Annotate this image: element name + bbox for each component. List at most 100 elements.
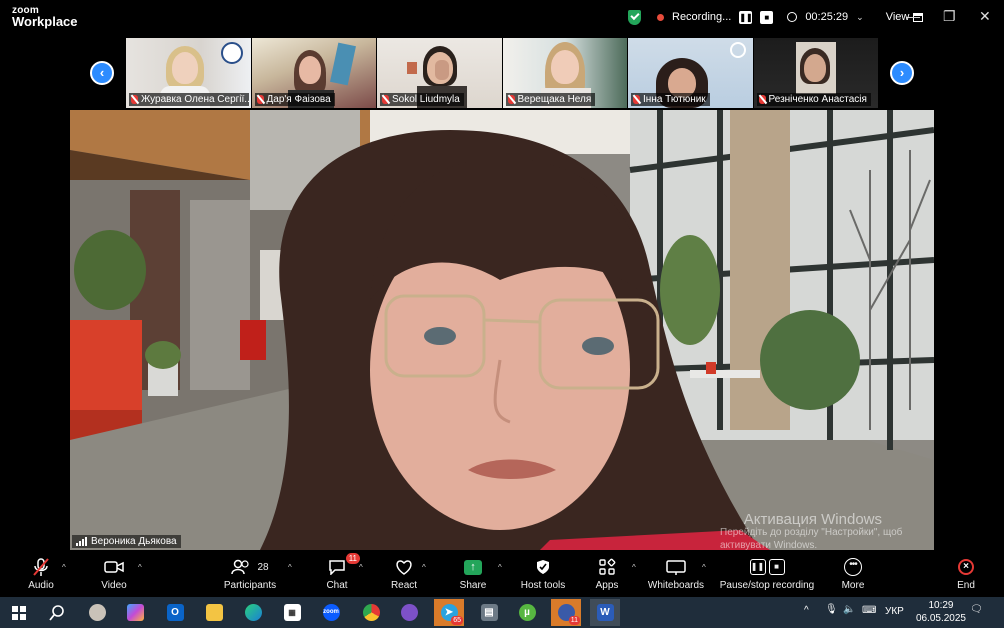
participant-tile[interactable]: Інна Тютюник — [628, 38, 753, 108]
taskbar-paint-app[interactable] — [82, 599, 112, 626]
participant-tile[interactable]: Резніченко Анастасія — [753, 38, 878, 108]
search-button[interactable] — [42, 599, 72, 626]
close-icon[interactable]: ✕ — [979, 8, 991, 25]
taskbar-word-app[interactable]: W — [590, 599, 620, 626]
taskbar-chrome-app[interactable] — [356, 599, 386, 626]
speaker-name: Вероника Дьякова — [91, 536, 177, 547]
meeting-timer: 00:25:29 — [805, 11, 849, 23]
mic-muted-icon — [131, 95, 138, 104]
timer-chevron-down-icon[interactable]: ⌄ — [856, 12, 864, 23]
telegram-unread-badge: 65 — [451, 616, 463, 625]
notifications-icon[interactable]: 🗨 — [970, 604, 983, 615]
taskbar-ball-app[interactable]: 11 — [551, 599, 581, 626]
calculator-icon: ▤ — [480, 604, 498, 621]
active-speaker-video[interactable]: Вероника Дьякова Активация Windows Перей… — [70, 110, 934, 550]
host-shield-icon — [537, 560, 549, 574]
video-button[interactable]: Video — [98, 557, 130, 591]
participant-name: Sokol Liudmyla — [380, 93, 464, 106]
chrome-icon — [362, 604, 380, 621]
participant-name: Інна Тютюник — [631, 93, 710, 106]
apps-options-caret[interactable]: ^ — [632, 563, 636, 572]
taskbar-utorrent-app[interactable]: µ — [512, 599, 542, 626]
windows-activation-hint: Перейдіть до розділу "Настройки", щоб ак… — [720, 526, 934, 550]
meeting-toolbar: Audio ^ Video ^ 28 Participants ^ 11 Cha… — [0, 553, 1004, 596]
windows-taskbar: O ▦ zoom ➤ 65 ▤ µ 11 W ^ 🎙 🔈 ⌨ УКР 10:29 … — [0, 597, 1004, 628]
speaker-name-tag: Вероника Дьякова — [72, 535, 181, 548]
participant-name: Дар'я Фаізова — [254, 93, 335, 106]
participants-button[interactable]: 28 Participants — [222, 557, 278, 591]
meeting-status: Recording... ❚❚ ■ 00:25:29 ⌄ View — [628, 8, 924, 26]
taskbar-copilot-app[interactable] — [120, 599, 150, 626]
minimize-icon[interactable]: — — [906, 8, 920, 24]
folder-icon — [205, 604, 223, 621]
more-dots-icon: ••• — [844, 558, 862, 576]
microphone-tray-icon[interactable]: 🎙 — [825, 604, 838, 615]
participant-tile[interactable]: Верещака Неля — [502, 38, 627, 108]
share-options-caret[interactable]: ^ — [498, 563, 502, 572]
gallery-prev-button[interactable]: ‹ — [90, 61, 114, 85]
chat-button[interactable]: 11 Chat — [322, 553, 360, 591]
taskbar-telegram-app[interactable]: ➤ 65 — [434, 599, 464, 626]
windows-logo-icon — [12, 605, 26, 620]
gallery-next-button[interactable]: › — [890, 61, 914, 85]
participants-icon — [231, 559, 250, 575]
mic-muted-icon — [382, 95, 389, 104]
audio-options-caret[interactable]: ^ — [62, 563, 66, 572]
restore-icon[interactable]: ❐ — [943, 8, 956, 25]
stop-recording-button[interactable]: ■ — [760, 10, 774, 24]
participant-gallery: Журавка Олена Сергії... Дар'я Фаізова So… — [126, 38, 878, 108]
keyboard-icon[interactable]: ⌨ — [862, 605, 876, 616]
watermark-line1: Перейдіть до розділу "Настройки", щоб — [720, 527, 903, 538]
pause-recording-button[interactable]: ❚❚ — [739, 10, 753, 24]
input-language[interactable]: УКР — [885, 606, 904, 617]
chat-unread-badge: 11 — [345, 553, 360, 564]
virtual-background-image — [70, 110, 934, 550]
viber-icon — [400, 604, 418, 621]
encryption-shield-icon[interactable] — [628, 9, 641, 25]
whiteboards-options-caret[interactable]: ^ — [702, 563, 706, 572]
share-button[interactable]: ↑ Share — [458, 557, 488, 591]
participants-count: 28 — [257, 561, 269, 573]
windows-start-button[interactable] — [4, 599, 34, 626]
watermark-line2: активувати Windows. — [720, 540, 818, 550]
taskbar-store-app[interactable]: ▦ — [277, 599, 307, 626]
brand-line2: Workplace — [12, 14, 78, 29]
ball-unread-badge: 11 — [568, 616, 580, 625]
taskbar-file-explorer-app[interactable] — [199, 599, 229, 626]
audio-button[interactable]: Audio — [24, 557, 58, 591]
recording-label: Recording... — [672, 11, 732, 23]
tray-overflow-chevron-icon[interactable]: ^ — [804, 605, 809, 616]
word-icon: W — [596, 604, 614, 621]
volume-icon[interactable]: 🔈 — [843, 604, 855, 615]
participants-options-caret[interactable]: ^ — [288, 563, 292, 572]
whiteboards-button[interactable]: Whiteboards — [646, 557, 706, 591]
store-bag-icon: ▦ — [283, 604, 301, 621]
video-options-caret[interactable]: ^ — [138, 563, 142, 572]
react-options-caret[interactable]: ^ — [422, 563, 426, 572]
participant-tile[interactable]: Sokol Liudmyla — [377, 38, 502, 108]
pause-stop-recording-button[interactable]: ❚❚ ■ Pause/stop recording — [718, 557, 816, 591]
mic-muted-icon — [507, 95, 515, 104]
video-camera-icon — [104, 561, 124, 573]
taskbar-viber-app[interactable] — [394, 599, 424, 626]
clock-time: 10:29 — [928, 600, 954, 611]
search-icon — [49, 604, 64, 621]
host-tools-button[interactable]: Host tools — [518, 557, 568, 591]
clock-date: 06.05.2025 — [915, 613, 966, 624]
zoom-logo: zoom Workplace — [12, 5, 78, 29]
taskbar-outlook-app[interactable]: O — [160, 599, 190, 626]
apps-button[interactable]: Apps — [592, 557, 622, 591]
zoom-window: zoom Workplace Recording... ❚❚ ■ 00:25:2… — [0, 0, 1004, 628]
more-button[interactable]: ••• More — [836, 557, 870, 591]
taskbar-zoom-app[interactable]: zoom — [316, 599, 346, 626]
taskbar-calculator-app[interactable]: ▤ — [474, 599, 504, 626]
apps-grid-icon — [599, 558, 616, 575]
signal-bars-icon — [76, 537, 87, 546]
system-clock[interactable]: 10:29 06.05.2025 — [916, 599, 966, 625]
react-button[interactable]: React — [388, 557, 420, 591]
chat-options-caret[interactable]: ^ — [359, 563, 363, 572]
participant-tile[interactable]: Дар'я Фаізова — [251, 38, 376, 108]
end-meeting-button[interactable]: × End — [952, 557, 980, 591]
taskbar-edge-app[interactable] — [238, 599, 268, 626]
participant-tile[interactable]: Журавка Олена Сергії... — [126, 38, 251, 108]
